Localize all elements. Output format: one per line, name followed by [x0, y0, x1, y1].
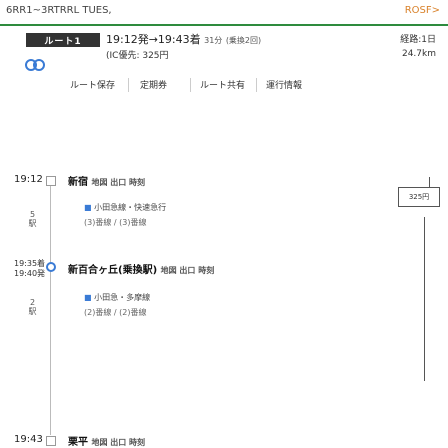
station-marker: [46, 436, 56, 446]
segment-platform-2: (2)番線 / (2)番線: [84, 308, 147, 317]
route-time-range: 19:12発→19:43着: [106, 33, 201, 46]
share-route-button[interactable]: ルート共有: [200, 78, 245, 91]
service-info-button[interactable]: 運行情報: [266, 78, 302, 91]
station-name-text: 新宿: [68, 177, 88, 188]
rail-icon: ■: [84, 203, 92, 212]
arrive-time-final: 19:43: [14, 434, 43, 445]
route-fare: (IC優先: 325円: [106, 51, 169, 61]
divider: [190, 78, 191, 92]
rail-icon: ■: [84, 293, 92, 302]
depart-time-2: 19:40発: [14, 269, 46, 278]
station-name-2[interactable]: 新百合ヶ丘(乗換駅) 地図 出口 時刻: [68, 261, 214, 276]
fare-rule: [424, 217, 425, 381]
segment-line: ■ 小田急線・快速急行: [84, 202, 166, 213]
station-tags[interactable]: 地図 出口 時刻: [91, 178, 145, 187]
station-marker: [46, 176, 56, 186]
notice-link[interactable]: ROSF>: [405, 5, 440, 16]
station-tags[interactable]: 地図 出口 時刻: [161, 266, 215, 275]
station-name-3[interactable]: 栗平 地図 出口 時刻: [68, 433, 145, 448]
route-right-top: 経路:1日: [400, 35, 436, 45]
segment-stops-2: 2駅: [28, 298, 37, 315]
route-transfer: (乗換2回): [225, 36, 262, 45]
station-tags[interactable]: 地図 出口 時刻: [91, 438, 145, 447]
depart-time: 19:12: [14, 174, 43, 185]
save-route-button[interactable]: ルート保存: [70, 78, 115, 91]
segment-line-name: 小田急線・快速急行: [94, 203, 167, 212]
timeline-line: [50, 180, 51, 435]
route-duration: 31分: [204, 36, 223, 45]
divider: [256, 78, 257, 92]
divider: [0, 24, 448, 26]
station-name[interactable]: 新宿 地図 出口 時刻: [68, 173, 145, 188]
options-row: ルート保存 定期券 ルート共有 運行情報: [0, 76, 448, 94]
fare-box: 325円: [398, 187, 440, 207]
transfer-marker: [46, 262, 56, 272]
segment-line-name: 小田急・多摩線: [94, 293, 151, 302]
divider: [128, 78, 129, 92]
notice-text: 6RR1~3RTRRL TUES,: [6, 5, 112, 16]
route-times: 19:12発→19:43着 31分 (乗換2回): [106, 31, 261, 47]
train-icon: [25, 59, 45, 71]
segment-line-2: ■ 小田急・多摩線: [84, 292, 150, 303]
route-badge: ルート1: [26, 33, 100, 47]
route-distance: 24.7km: [401, 49, 436, 59]
segment-stops: 5駅: [28, 210, 37, 227]
top-notice: 6RR1~3RTRRL TUES, ROSF>: [6, 5, 442, 21]
segment-platform: (3)番線 / (3)番線: [84, 218, 147, 227]
station-name-text: 新百合ヶ丘(乗換駅): [68, 265, 158, 276]
station-name-text: 栗平: [68, 437, 88, 448]
commuter-pass-button[interactable]: 定期券: [140, 78, 167, 91]
